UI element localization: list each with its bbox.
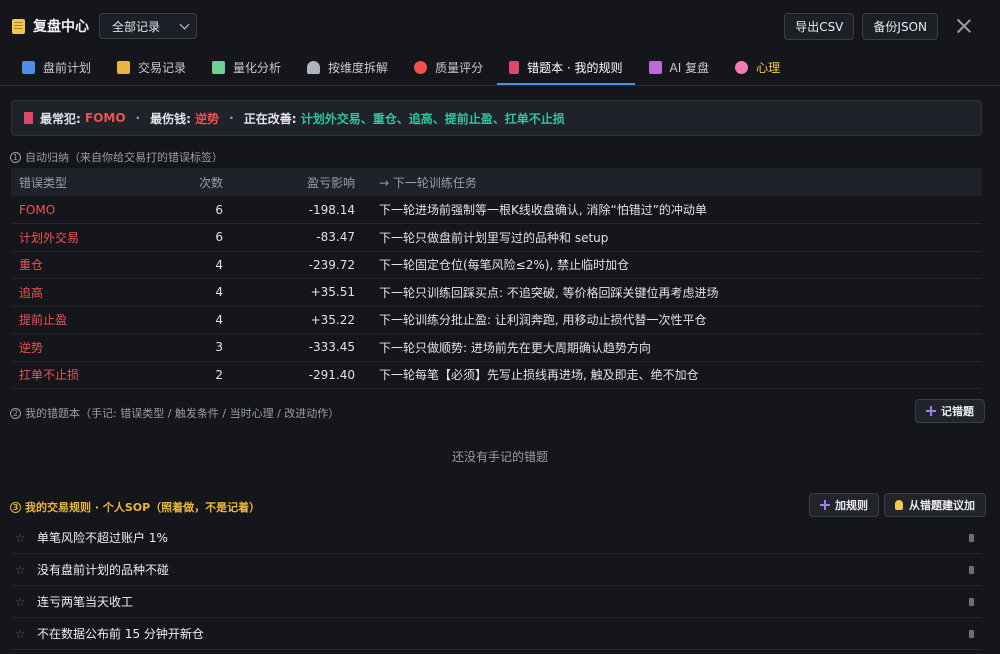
most-common-label: 最常犯:	[40, 111, 81, 126]
review-center-window: 复盘中心 全部记录 导出CSV 备份JSON 盘前计划 交易记录 量化分析 按维…	[0, 0, 1000, 654]
trash-icon[interactable]	[969, 565, 974, 574]
export-csv-button[interactable]: 导出CSV	[784, 12, 855, 40]
rule-text: 单笔风险不超过账户 1%	[37, 531, 168, 545]
improving-value: 计划外交易、重仓、追高、提前止盈、扛单不止损	[300, 111, 565, 126]
column-header-task: → 下一轮训练任务	[363, 168, 982, 196]
column-header-pnl: 盈亏影响	[231, 168, 363, 196]
column-header-type: 错误类型	[11, 168, 161, 196]
target-icon	[414, 60, 428, 74]
tab-quant-analysis[interactable]: 量化分析	[200, 51, 293, 85]
table-row: 扛单不止损 2 -291.40 下一轮每笔【必须】先写止损线再进场, 触及即走、…	[11, 361, 982, 389]
tab-psychology[interactable]: 心理	[723, 51, 792, 85]
star-icon[interactable]: ☆	[15, 531, 33, 545]
microscope-icon	[307, 60, 321, 74]
plus-icon	[820, 500, 830, 510]
record-filter-value: 全部记录	[112, 19, 161, 34]
star-icon[interactable]: ☆	[15, 595, 33, 609]
notepad-icon	[117, 60, 131, 74]
notepad-icon	[12, 18, 25, 34]
tab-ai-review[interactable]: AI 复盘	[637, 51, 722, 85]
trash-icon[interactable]	[969, 629, 974, 638]
plus-icon	[926, 406, 936, 416]
section-mistake-notebook-title: 2 我的错题本（手记: 错误类型 / 触发条件 / 当时心理 / 改进动作）	[10, 405, 339, 421]
close-icon[interactable]	[956, 18, 972, 34]
costliest-label: 最伤钱:	[150, 111, 191, 126]
list-item: ☆ 单笔风险不超过账户 1%	[11, 522, 982, 554]
trash-icon[interactable]	[969, 533, 974, 542]
backup-json-button[interactable]: 备份JSON	[862, 12, 938, 40]
rule-text: 不在数据公布前 15 分钟开新仓	[37, 627, 204, 641]
star-icon[interactable]: ☆	[15, 627, 33, 641]
improving-label: 正在改善:	[243, 111, 297, 126]
red-book-icon	[509, 60, 520, 74]
calendar-icon	[22, 60, 35, 74]
table-row: 计划外交易 6 -83.47 下一轮只做盘前计划里写过的品种和 setup	[11, 223, 982, 252]
column-header-count: 次数	[161, 168, 231, 196]
suggest-rules-button[interactable]: 从错题建议加	[884, 493, 986, 517]
mistake-stats-table: 错误类型 次数 盈亏影响 → 下一轮训练任务 FOMO 6 -198.14 下一…	[11, 168, 982, 389]
table-row: 重仓 4 -239.72 下一轮固定仓位(每笔风险≤2%), 禁止临时加仓	[11, 251, 982, 279]
chevron-down-icon	[179, 19, 190, 29]
costliest-value: 逆势	[195, 111, 220, 126]
most-common-value: FOMO	[85, 111, 126, 125]
trash-icon[interactable]	[969, 597, 974, 606]
brain-icon	[735, 60, 749, 74]
lightbulb-icon	[895, 500, 903, 510]
star-icon[interactable]: ☆	[15, 563, 33, 577]
rule-text: 没有盘前计划的品种不碰	[37, 563, 170, 577]
bar-chart-icon	[212, 60, 226, 74]
section-trading-rules-title: 3 我的交易规则 · 个人SOP（照着做，不是记着）	[10, 499, 260, 515]
add-mistake-button[interactable]: 记错题	[915, 399, 985, 423]
add-rule-button[interactable]: 加规则	[809, 493, 879, 517]
summary-banner: 最常犯: FOMO · 最伤钱: 逆势 · 正在改善: 计划外交易、重仓、追高、…	[11, 100, 982, 136]
tab-mistake-book[interactable]: 错题本 · 我的规则	[497, 51, 635, 85]
table-row: 追高 4 +35.51 下一轮只训练回踩买点: 不追突破, 等价格回踩关键位再考…	[11, 278, 982, 307]
table-row: 提前止盈 4 +35.22 下一轮训练分批止盈: 让利润奔跑, 用移动止损代替一…	[11, 306, 982, 334]
table-row: 逆势 3 -333.45 下一轮只做顺势: 进场前先在更大周期确认趋势方向	[11, 333, 982, 362]
rule-text: 连亏两笔当天收工	[37, 595, 134, 609]
section-auto-summary-title: 1 自动归纳（来自你给交易打的错误标签）	[10, 149, 223, 165]
list-item: ☆ 不在数据公布前 15 分钟开新仓	[11, 618, 982, 650]
record-filter-select[interactable]: 全部记录	[99, 13, 197, 39]
empty-notebook-message: 还没有手记的错题	[451, 450, 548, 464]
tab-quality-score[interactable]: 质量评分	[402, 51, 495, 85]
robot-icon	[648, 60, 662, 74]
list-item: ☆ 连亏两笔当天收工	[11, 586, 982, 618]
table-row: FOMO 6 -198.14 下一轮进场前强制等一根K线收盘确认, 消除“怕错过…	[11, 196, 982, 224]
list-item: ☆ 没有盘前计划的品种不碰	[11, 554, 982, 586]
tab-bar: 盘前计划 交易记录 量化分析 按维度拆解 质量评分 错题本 · 我的规则 AI …	[0, 52, 1000, 86]
page-title: 复盘中心	[33, 19, 89, 35]
rules-list: ☆ 单笔风险不超过账户 1% ☆ 没有盘前计划的品种不碰 ☆ 连亏两笔当天收工 …	[11, 522, 982, 650]
red-book-icon	[24, 112, 33, 124]
tab-premarket-plan[interactable]: 盘前计划	[10, 51, 103, 85]
table-header-row: 错误类型 次数 盈亏影响 → 下一轮训练任务	[11, 168, 982, 196]
tab-trade-log[interactable]: 交易记录	[105, 51, 198, 85]
header: 复盘中心 全部记录 导出CSV 备份JSON	[0, 0, 1000, 52]
tab-dimension-breakdown[interactable]: 按维度拆解	[295, 51, 400, 85]
